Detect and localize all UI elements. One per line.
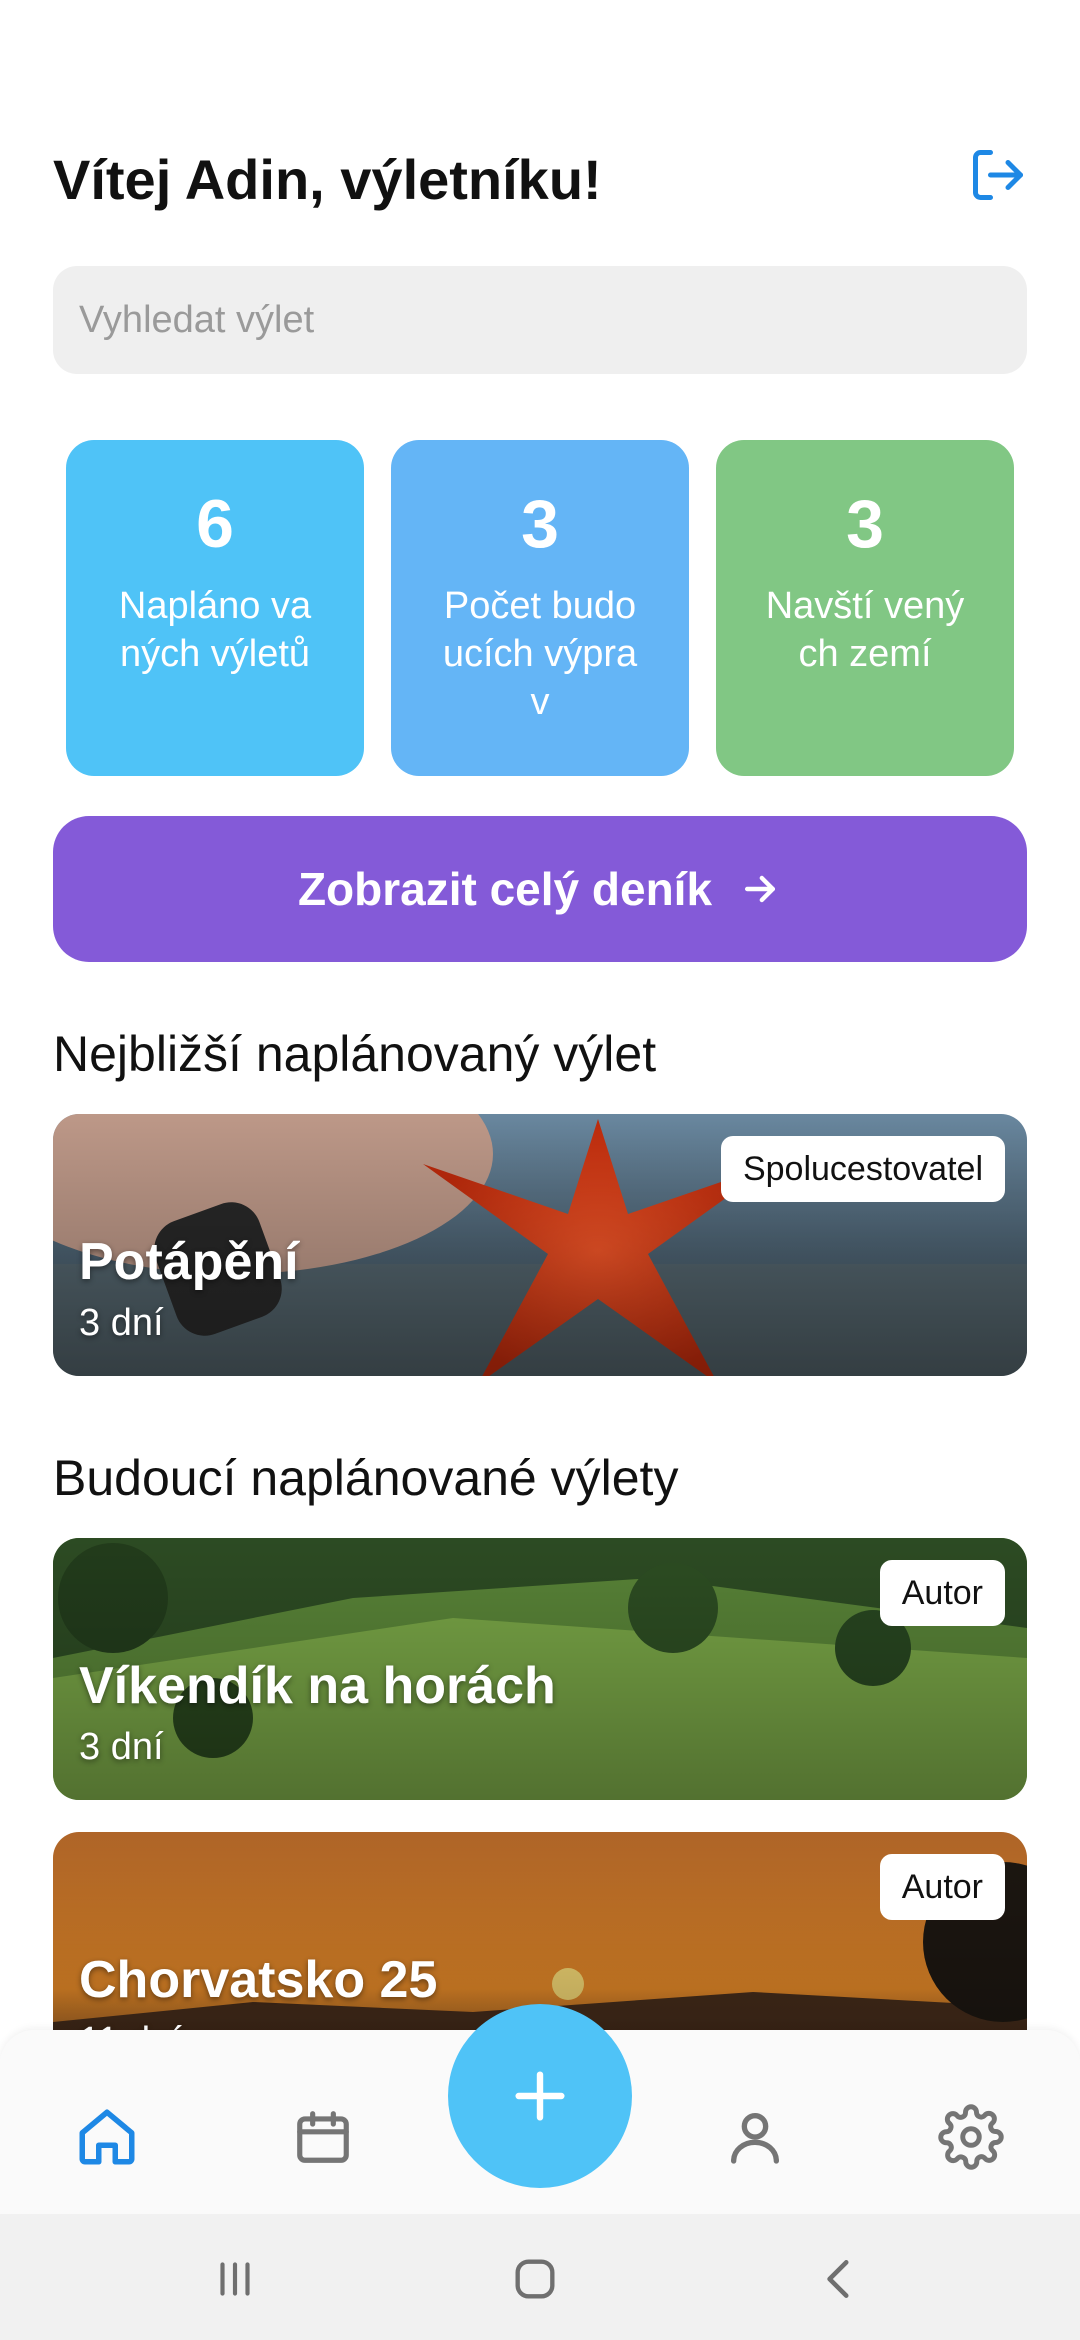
- home-icon: [79, 2109, 135, 2165]
- logout-button[interactable]: [963, 140, 1033, 210]
- stats-row: 6 Napláno vaných výletů 3 Počet budoucíc…: [66, 440, 1014, 776]
- nearest-trip-title: Nejbližší naplánovaný výlet: [53, 1026, 657, 1082]
- recent-apps-button[interactable]: [200, 2244, 270, 2314]
- add-trip-button[interactable]: [448, 2004, 632, 2188]
- add-icon: [515, 2071, 565, 2121]
- search-input[interactable]: [79, 298, 1027, 342]
- role-badge: Spolucestovatel: [720, 1136, 1005, 1202]
- trip-duration: 3 dní: [79, 1726, 164, 1768]
- nav-profile[interactable]: [718, 2100, 792, 2174]
- back-icon: [827, 2260, 849, 2298]
- logout-icon: [973, 150, 1023, 200]
- stat-label: Počet budoucích výprav: [442, 585, 638, 723]
- greeting-title: Vítej Adin, výletníku!: [53, 148, 602, 211]
- role-badge: Autor: [879, 1854, 1005, 1920]
- upcoming-trips-title: Budoucí naplánované výlety: [53, 1450, 679, 1506]
- recent-apps-icon: [220, 2262, 250, 2296]
- stat-label: Navští vených zemí: [765, 585, 965, 675]
- profile-icon: [731, 2113, 779, 2164]
- trip-card[interactable]: Autor Víkendík na horách 3 dní: [53, 1538, 1027, 1800]
- stat-value: 6: [196, 486, 234, 562]
- home-system-button[interactable]: [500, 2244, 570, 2314]
- show-diary-button[interactable]: Zobrazit celý deník: [53, 816, 1027, 962]
- trip-duration: 3 dní: [79, 1302, 164, 1344]
- show-diary-label: Zobrazit celý deník: [297, 863, 713, 915]
- stat-label: Napláno vaných výletů: [118, 585, 312, 675]
- trip-name: Víkendík na horách: [79, 1657, 556, 1715]
- nav-calendar[interactable]: [286, 2100, 360, 2174]
- arrow-right-icon: [738, 867, 782, 911]
- role-badge: Autor: [879, 1560, 1005, 1626]
- back-system-button[interactable]: [805, 2244, 875, 2314]
- stat-planned-trips: 6 Napláno vaných výletů: [66, 440, 364, 776]
- nav-home[interactable]: [70, 2100, 144, 2174]
- trip-name: Potápění: [79, 1233, 299, 1291]
- header: Vítej Adin, výletníku!: [53, 140, 1033, 220]
- settings-icon: [938, 2104, 1004, 2170]
- calendar-icon: [297, 2111, 349, 2163]
- nearest-trip-card[interactable]: Spolucestovatel Potápění 3 dní: [53, 1114, 1027, 1376]
- stat-upcoming-trips: 3 Počet budoucích výprav: [391, 440, 689, 776]
- nav-settings[interactable]: [934, 2100, 1008, 2174]
- system-navigation-bar: [0, 2214, 1080, 2340]
- home-circle-icon: [515, 2259, 555, 2299]
- stat-value: 3: [846, 486, 884, 562]
- trip-name: Chorvatsko 25: [79, 1951, 438, 2009]
- stat-visited-countries: 3 Navští vených zemí: [716, 440, 1014, 776]
- search-bar[interactable]: [53, 266, 1027, 374]
- stat-value: 3: [521, 486, 559, 562]
